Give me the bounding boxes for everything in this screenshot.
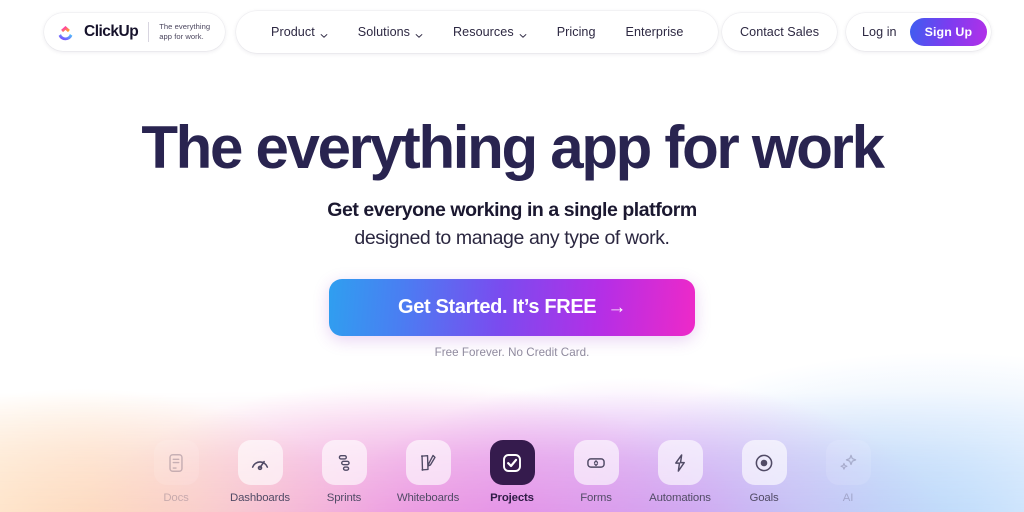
projects-tile	[489, 440, 535, 485]
gauge-icon	[251, 460, 269, 470]
chevron-down-icon	[320, 29, 328, 38]
form-field-icon	[587, 457, 605, 468]
contact-sales-label: Contact Sales	[740, 25, 820, 39]
document-icon	[169, 453, 183, 472]
login-link[interactable]: Log in	[862, 25, 897, 39]
page-title: The everything app for work	[141, 114, 885, 181]
nav-label-product: Product	[271, 25, 315, 39]
product-label-forms: Forms	[580, 492, 612, 504]
product-item-ai[interactable]: AI	[817, 440, 879, 504]
product-item-goals[interactable]: Goals	[733, 440, 795, 504]
site-header: ClickUp The everything app for work. Pro…	[0, 0, 1024, 64]
clickup-logo-icon	[57, 24, 74, 41]
product-item-docs[interactable]: Docs	[145, 440, 207, 504]
product-label-ai: AI	[842, 492, 854, 504]
goals-tile	[741, 440, 787, 485]
target-icon	[755, 454, 773, 471]
sparkles-icon	[840, 454, 857, 470]
cta-container: Get Started. It’s FREE →	[0, 279, 1024, 336]
get-started-label: Get Started. It’s FREE	[398, 296, 597, 318]
signup-button[interactable]: Sign Up	[909, 18, 988, 46]
product-label-dashboards: Dashboards	[230, 492, 290, 504]
logo-group[interactable]: ClickUp The everything app for work.	[44, 13, 226, 51]
nav-label-enterprise: Enterprise	[625, 25, 684, 39]
get-started-button[interactable]: Get Started. It’s FREE →	[329, 279, 695, 336]
pen-shape-icon	[421, 454, 436, 471]
logo-divider	[148, 22, 150, 42]
forms-tile	[573, 440, 619, 485]
product-item-dashboards[interactable]: Dashboards	[229, 440, 291, 504]
product-label-projects: Projects	[490, 492, 534, 504]
sprints-tile	[321, 440, 367, 485]
auth-group: Log in Sign Up	[846, 13, 992, 51]
nav-label-pricing: Pricing	[556, 25, 596, 39]
product-switcher: Docs Dashboards Sprints Whiteboards Proj…	[0, 440, 1024, 504]
chevron-down-icon	[519, 29, 527, 38]
product-item-whiteboards[interactable]: Whiteboards	[397, 440, 459, 504]
chevron-down-icon	[415, 29, 423, 38]
nav-item-resources[interactable]: Resources	[438, 25, 542, 39]
product-label-automations: Automations	[649, 492, 711, 504]
product-label-sprints: Sprints	[326, 492, 362, 504]
product-label-docs: Docs	[163, 492, 189, 504]
lightning-icon	[675, 453, 685, 472]
contact-sales-button[interactable]: Contact Sales	[722, 13, 838, 51]
product-label-whiteboards: Whiteboards	[396, 492, 460, 504]
dashboards-tile	[237, 440, 283, 485]
cta-fineprint: Free Forever. No Credit Card.	[434, 346, 590, 359]
product-item-sprints[interactable]: Sprints	[313, 440, 375, 504]
hero-subheading-regular: designed to manage any type of work.	[354, 227, 670, 249]
nav-label-resources: Resources	[453, 25, 514, 39]
logo-wordmark: ClickUp	[84, 23, 139, 40]
main-navigation: Product Solutions Resources Pricing Ente…	[236, 11, 719, 53]
checkbox-icon	[503, 453, 521, 472]
docs-tile	[153, 440, 199, 485]
product-item-projects[interactable]: Projects	[481, 440, 543, 504]
product-item-forms[interactable]: Forms	[565, 440, 627, 504]
nav-item-product[interactable]: Product	[256, 25, 343, 39]
hero-subheading-bold: Get everyone working in a single platfor…	[327, 199, 697, 221]
arrow-right-icon: →	[607, 297, 626, 318]
nav-label-solutions: Solutions	[357, 25, 411, 39]
product-label-goals: Goals	[749, 492, 779, 504]
nav-item-solutions[interactable]: Solutions	[343, 25, 438, 39]
nav-item-enterprise[interactable]: Enterprise	[611, 25, 699, 39]
ai-tile	[825, 440, 871, 485]
automations-tile	[657, 440, 703, 485]
nav-item-pricing[interactable]: Pricing	[542, 25, 611, 39]
whiteboards-tile	[405, 440, 451, 485]
clickup-landing-page: ClickUp The everything app for work. Pro…	[0, 0, 1024, 512]
bars-icon	[338, 454, 350, 471]
product-item-automations[interactable]: Automations	[649, 440, 711, 504]
logo-tagline: The everything app for work.	[159, 21, 211, 41]
